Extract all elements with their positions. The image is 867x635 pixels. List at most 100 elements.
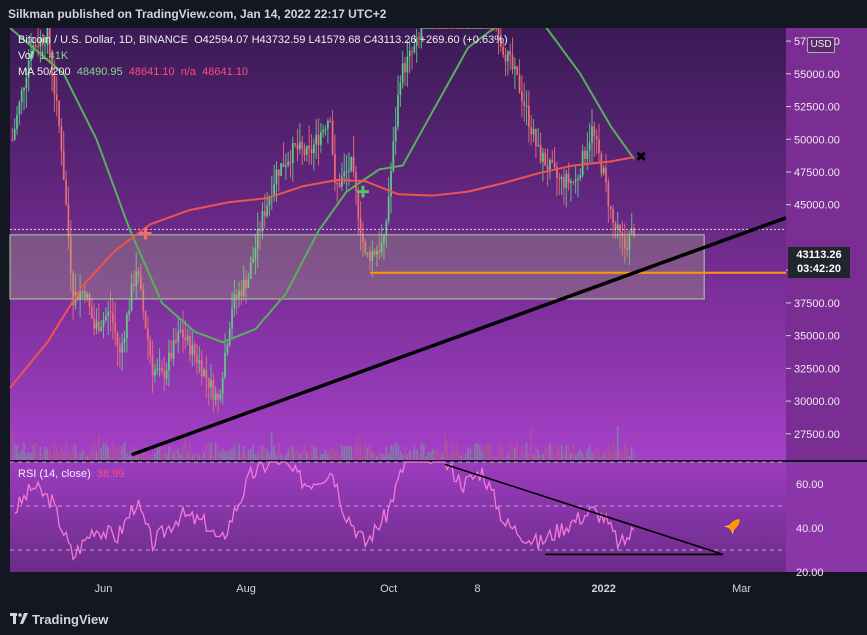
volume-label[interactable]: Vol bbox=[18, 50, 33, 62]
volume-bar bbox=[404, 446, 406, 460]
volume-bar bbox=[303, 443, 306, 460]
price-tick-label: 55000.00 bbox=[794, 69, 840, 81]
candle-body bbox=[221, 377, 224, 395]
candle-body bbox=[62, 151, 65, 181]
time-axis-background bbox=[10, 572, 786, 603]
price-tick-label: 30000.00 bbox=[794, 396, 840, 408]
volume-bar bbox=[270, 432, 273, 460]
candle-body bbox=[619, 224, 621, 233]
candle-body bbox=[100, 326, 103, 332]
candle-body bbox=[387, 196, 390, 222]
volume-bar bbox=[121, 445, 123, 460]
volume-bar bbox=[219, 451, 222, 460]
volume-bar bbox=[450, 443, 453, 460]
candle-body bbox=[518, 74, 521, 92]
candle-body bbox=[97, 321, 100, 332]
volume-bar bbox=[30, 452, 32, 460]
volume-bar bbox=[20, 449, 23, 460]
volume-bar bbox=[224, 451, 226, 460]
candle-body bbox=[457, 28, 460, 29]
volume-bar bbox=[598, 448, 600, 460]
candle-body bbox=[436, 28, 439, 29]
volume-bar bbox=[500, 443, 502, 460]
volume-bar bbox=[91, 445, 93, 460]
candle-body bbox=[411, 50, 413, 53]
ohlc-values: O42594.07 H43732.59 L41579.68 C43113.26 … bbox=[194, 34, 508, 46]
volume-bar bbox=[579, 448, 582, 460]
candle-body bbox=[584, 150, 586, 159]
rsi-label[interactable]: RSI (14, close) bbox=[18, 468, 91, 480]
volume-bar bbox=[378, 450, 381, 460]
candle-body bbox=[467, 28, 470, 29]
volume-bar bbox=[593, 449, 596, 460]
candle-body bbox=[574, 179, 577, 182]
volume-bar bbox=[16, 445, 18, 460]
candle-body bbox=[612, 208, 614, 223]
candle-body bbox=[67, 204, 70, 237]
candle-body bbox=[422, 28, 425, 29]
volume-bar bbox=[553, 452, 556, 460]
volume-bar bbox=[170, 446, 173, 460]
chart-area[interactable]: 57500.0055000.0052500.0050000.0047500.00… bbox=[0, 22, 867, 603]
volume-bar bbox=[107, 446, 109, 460]
volume-bar bbox=[366, 447, 369, 460]
volume-bar bbox=[320, 453, 322, 460]
candle-body bbox=[551, 159, 554, 163]
volume-bar bbox=[301, 451, 303, 460]
candle-body bbox=[305, 145, 308, 155]
candle-body bbox=[175, 340, 177, 343]
volume-bar bbox=[112, 443, 114, 460]
candle-body bbox=[385, 221, 388, 236]
candle-body bbox=[450, 28, 453, 29]
last-price-value: 43113.26 bbox=[796, 249, 842, 261]
candle-body bbox=[404, 63, 406, 73]
volume-bar bbox=[151, 455, 154, 460]
volume-bar bbox=[299, 453, 301, 460]
candle-body bbox=[567, 173, 570, 183]
volume-bar bbox=[175, 450, 177, 460]
candle-body bbox=[616, 224, 619, 230]
candle-body bbox=[156, 368, 159, 370]
volume-bar bbox=[252, 444, 254, 460]
volume-bar bbox=[329, 447, 332, 460]
volume-bar bbox=[154, 452, 156, 460]
volume-bar bbox=[256, 452, 259, 460]
volume-bar bbox=[605, 448, 607, 460]
volume-bar bbox=[11, 432, 14, 460]
volume-bar bbox=[184, 434, 187, 460]
candle-body bbox=[18, 102, 21, 115]
volume-bar bbox=[408, 450, 411, 460]
volume-bar bbox=[182, 443, 184, 460]
volume-bar bbox=[280, 453, 282, 460]
footer-brand[interactable]: TradingView bbox=[32, 612, 108, 627]
volume-bar bbox=[535, 444, 537, 460]
candle-body bbox=[65, 180, 67, 205]
volume-bar bbox=[619, 450, 621, 460]
price-chart-svg[interactable]: 57500.0055000.0052500.0050000.0047500.00… bbox=[0, 22, 867, 603]
volume-bar bbox=[317, 454, 320, 460]
candle-body bbox=[570, 181, 572, 183]
volume-bar bbox=[439, 452, 441, 460]
volume-bar bbox=[203, 451, 205, 460]
volume-bar bbox=[275, 454, 278, 460]
volume-bar bbox=[172, 451, 175, 460]
symbol-label[interactable]: Bitcoin / U.S. Dollar, 1D, BINANCE bbox=[18, 34, 188, 46]
volume-bar bbox=[69, 452, 72, 460]
ma-label[interactable]: MA 50/200 bbox=[18, 66, 71, 78]
candle-body bbox=[193, 344, 196, 355]
volume-bar bbox=[612, 443, 614, 460]
volume-bar bbox=[268, 452, 271, 460]
candle-body bbox=[25, 77, 28, 88]
volume-bar bbox=[591, 452, 593, 460]
volume-bar bbox=[100, 447, 102, 460]
candle-body bbox=[158, 368, 161, 370]
volume-bar bbox=[191, 455, 194, 460]
currency-badge[interactable]: USD bbox=[807, 37, 835, 53]
volume-bar bbox=[516, 442, 519, 460]
volume-bar bbox=[549, 443, 551, 460]
candle-body bbox=[542, 152, 544, 162]
volume-bar bbox=[179, 454, 182, 460]
volume-bar bbox=[551, 444, 554, 460]
volume-bar bbox=[95, 450, 98, 460]
candle-body bbox=[301, 142, 304, 149]
